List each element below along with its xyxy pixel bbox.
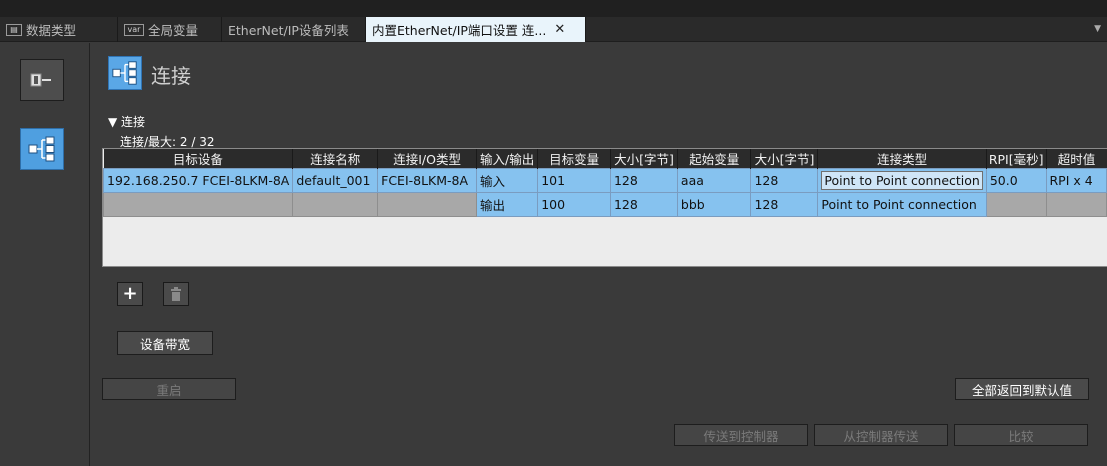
column-header[interactable]: 连接名称 — [292, 149, 378, 169]
table-cell[interactable] — [985, 192, 1047, 217]
table-cell[interactable]: 128 — [609, 192, 678, 217]
section-toggle-connections[interactable]: ▼ 连接 — [108, 113, 145, 130]
table-cell[interactable]: 50.0 — [985, 168, 1047, 193]
sidebar-item-connections[interactable] — [20, 128, 64, 170]
column-header[interactable]: 大小[字节] — [750, 149, 818, 169]
column-header[interactable]: 目标变量 — [537, 149, 611, 169]
table-cell[interactable]: 101 — [537, 168, 611, 193]
table-cell[interactable]: 100 — [537, 192, 611, 217]
column-header[interactable]: 大小[字节] — [609, 149, 678, 169]
connection-table: 目标设备 连接名称 连接I/O类型 输入/输出 目标变量 大小[字节] 起始变量… — [102, 148, 1107, 267]
column-header[interactable]: 超时值 — [1045, 149, 1107, 169]
tab-ethernet-device-list[interactable]: EtherNet/IP设备列表 — [222, 17, 366, 42]
tab-label: 内置EtherNet/IP端口设置 连... — [372, 23, 547, 38]
table-cell[interactable] — [1045, 192, 1107, 217]
title-strip — [0, 0, 1107, 17]
transfer-to-controller-button[interactable]: 传送到控制器 — [674, 424, 808, 446]
tab-label: 数据类型 — [26, 23, 77, 38]
column-header[interactable]: 连接I/O类型 — [377, 149, 477, 169]
connection-icon — [28, 136, 55, 162]
table-cell[interactable]: 输出 — [476, 192, 539, 217]
table-row[interactable]: 192.168.250.7 FCEI-8LKM-8A default_001 F… — [102, 168, 1107, 193]
var-icon: var — [124, 23, 144, 36]
tab-bar: ▤ 数据类型 var 全局变量 EtherNet/IP设备列表 内置EtherN… — [0, 17, 1107, 42]
delete-connection-button[interactable] — [163, 282, 189, 306]
table-cell[interactable] — [377, 192, 478, 217]
table-row[interactable]: 输出 100 128 bbb 128 Point to Point connec… — [102, 192, 1107, 217]
connection-icon — [108, 56, 142, 90]
plus-icon: + — [122, 283, 138, 304]
table-cell[interactable]: Point to Point connection — [817, 168, 987, 193]
transfer-from-controller-button[interactable]: 从控制器传送 — [814, 424, 948, 446]
chevron-down-icon[interactable]: ▼ — [1094, 24, 1101, 34]
column-header[interactable]: 连接类型 — [817, 149, 987, 169]
reset-defaults-button[interactable]: 全部返回到默认值 — [955, 378, 1089, 400]
table-cell[interactable]: RPI x 4 — [1045, 168, 1107, 193]
device-bandwidth-button[interactable]: 设备带宽 — [117, 331, 213, 355]
tab-global-variables[interactable]: var 全局变量 — [118, 17, 222, 42]
table-cell[interactable]: default_001 — [292, 168, 379, 193]
table-cell[interactable]: 输入 — [476, 168, 539, 193]
trash-icon — [171, 287, 181, 301]
cell-value: Point to Point connection — [821, 171, 983, 190]
sidebar — [0, 43, 90, 466]
tab-label: EtherNet/IP设备列表 — [228, 23, 349, 38]
table-cell[interactable]: 128 — [750, 192, 819, 217]
datatype-icon: ▤ — [6, 23, 22, 36]
table-cell[interactable]: bbb — [676, 192, 752, 217]
table-cell[interactable]: aaa — [676, 168, 752, 193]
sidebar-item-port[interactable] — [20, 59, 64, 101]
table-cell[interactable] — [292, 192, 379, 217]
port-icon — [30, 73, 51, 87]
table-cell[interactable]: FCEI-8LKM-8A — [377, 168, 478, 193]
column-header[interactable]: 输入/输出 — [476, 149, 538, 169]
add-connection-button[interactable]: + — [117, 282, 143, 306]
table-cell[interactable]: 128 — [750, 168, 819, 193]
page-title: 连接 — [151, 64, 191, 88]
column-header[interactable]: RPI[毫秒] — [985, 149, 1046, 169]
tab-datatype[interactable]: ▤ 数据类型 — [0, 17, 118, 42]
close-icon[interactable]: ✕ — [554, 22, 565, 37]
table-cell[interactable] — [102, 192, 294, 217]
tab-label: 全局变量 — [148, 23, 199, 38]
compare-button[interactable]: 比较 — [954, 424, 1088, 446]
table-cell[interactable]: 192.168.250.7 FCEI-8LKM-8A — [102, 168, 294, 193]
table-header: 目标设备 连接名称 连接I/O类型 输入/输出 目标变量 大小[字节] 起始变量… — [103, 149, 1107, 169]
table-cell[interactable]: 128 — [609, 168, 678, 193]
table-cell[interactable]: Point to Point connection — [817, 192, 987, 217]
tab-ethernet-port-settings[interactable]: 内置EtherNet/IP端口设置 连... ✕ — [366, 17, 586, 42]
column-header[interactable]: 起始变量 — [676, 149, 751, 169]
column-header[interactable]: 目标设备 — [103, 149, 293, 169]
restart-button[interactable]: 重启 — [102, 378, 236, 400]
